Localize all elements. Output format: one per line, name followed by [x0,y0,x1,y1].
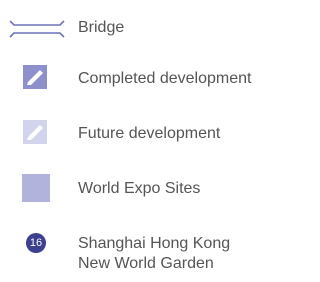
world-expo-site-swatch [22,174,50,202]
numbered-marker-icon: 16 [26,233,46,253]
legend-label-future-development: Future development [78,125,221,142]
legend-item-bridge: Bridge [0,14,278,48]
legend-label-line-2: New World Garden [78,255,214,272]
legend-item-completed-development: Completed development [0,60,278,100]
completed-development-icon [23,65,47,89]
legend-item-numbered-marker: 16 Shanghai Hong Kong New World Garden [0,228,278,280]
legend-item-future-development: Future development [0,115,278,155]
bridge-icon [9,20,65,38]
legend-label-numbered-marker: Shanghai Hong Kong New World Garden [78,234,230,274]
legend-item-world-expo-sites: World Expo Sites [0,170,278,210]
marker-number: 16 [29,237,43,249]
legend-label-bridge: Bridge [78,19,125,36]
legend-label-world-expo-sites: World Expo Sites [78,180,201,197]
future-development-icon [23,120,47,144]
legend-label-line-1: Shanghai Hong Kong [78,235,231,252]
map-legend: Bridge Completed development Future deve… [0,0,278,282]
legend-label-completed-development: Completed development [78,70,252,87]
